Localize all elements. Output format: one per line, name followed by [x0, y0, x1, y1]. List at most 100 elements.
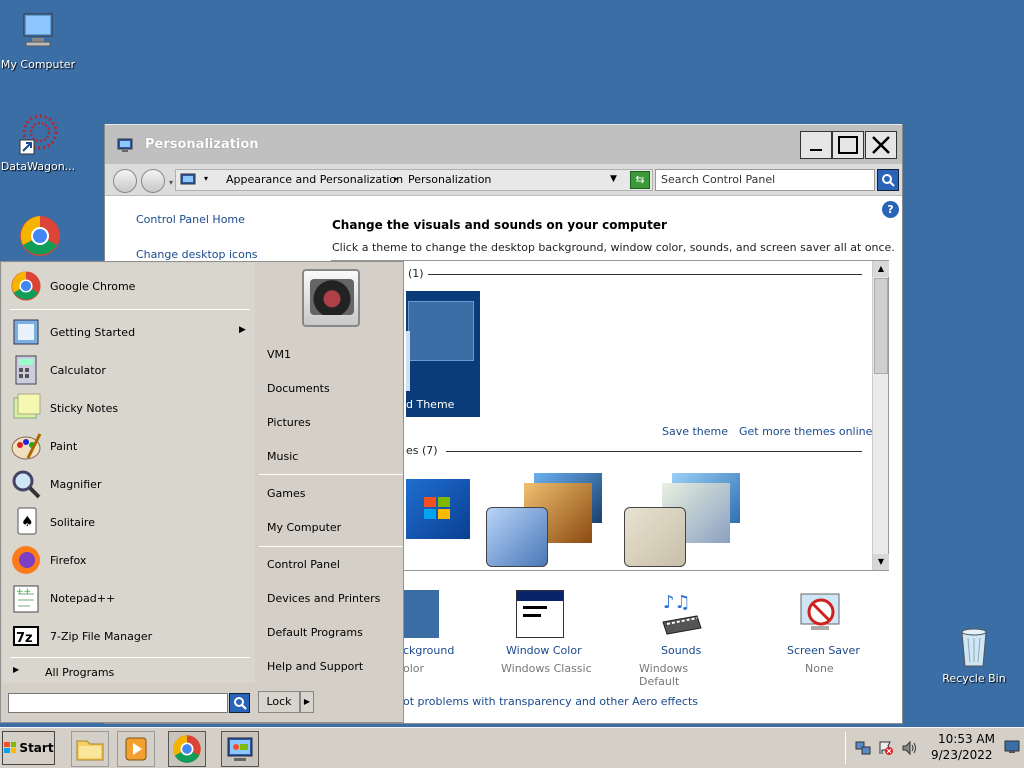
theme-preview	[408, 301, 474, 361]
desktop-icon-label: Recycle Bin	[942, 672, 1006, 685]
control-panel-icon	[227, 737, 253, 761]
start-item-sticky-notes[interactable]: Sticky Notes	[10, 391, 250, 425]
screen-saver-icon	[797, 590, 845, 638]
all-programs-button[interactable]: ▶ All Programs	[10, 665, 250, 681]
scroll-up-icon[interactable]: ▲	[873, 261, 889, 277]
address-dropdown-icon[interactable]: ▼	[610, 174, 617, 184]
desktop-icon-my-computer[interactable]: My Computer	[0, 10, 78, 71]
sidebar-link-change-desktop-icons[interactable]: Change desktop icons	[136, 248, 258, 261]
svg-text:♪♫: ♪♫	[663, 592, 691, 613]
help-button[interactable]: ?	[882, 201, 899, 218]
desktop-icon-recycle-bin[interactable]: Recycle Bin	[934, 624, 1014, 685]
close-button[interactable]	[865, 131, 897, 159]
window-color-setting[interactable]: Window Color Windows Classic	[500, 590, 600, 680]
breadcrumb-appearance[interactable]: Appearance and Personalization	[226, 173, 403, 186]
characters-theme[interactable]	[622, 473, 746, 569]
start-right-games[interactable]: Games	[267, 487, 305, 500]
forward-button[interactable]	[141, 169, 165, 193]
folder-icon	[76, 740, 104, 761]
start-item-solitaire[interactable]: ♠ Solitaire	[10, 505, 250, 539]
start-item-calculator[interactable]: Calculator	[10, 353, 250, 387]
start-item-magnifier[interactable]: Magnifier	[10, 467, 250, 501]
back-button[interactable]	[113, 169, 137, 193]
start-right-default-programs[interactable]: Default Programs	[267, 626, 363, 639]
search-icon	[233, 697, 247, 710]
maximize-button[interactable]	[832, 131, 864, 159]
network-icon[interactable]	[855, 740, 871, 756]
lock-button[interactable]: Lock	[258, 691, 300, 713]
volume-icon[interactable]	[901, 740, 919, 756]
taskbar-control-panel-button[interactable]	[221, 731, 259, 767]
start-right-help-support[interactable]: Help and Support	[267, 660, 363, 673]
start-right-my-computer[interactable]: My Computer	[267, 521, 341, 534]
start-item-paint[interactable]: Paint	[10, 429, 250, 463]
control-panel-icon	[117, 137, 133, 153]
minimize-button[interactable]	[800, 131, 832, 159]
solitaire-icon: ♠	[10, 506, 42, 538]
action-center-icon[interactable]	[878, 740, 894, 756]
window-color-title: Window Color	[506, 644, 582, 657]
unsaved-theme-label: d Theme	[406, 398, 455, 411]
start-item-label: 7-Zip File Manager	[50, 629, 153, 643]
start-right-vm1[interactable]: VM1	[267, 348, 291, 361]
start-item-label: Solitaire	[50, 515, 95, 529]
start-item-notepad-plus-plus[interactable]: ++ Notepad++	[10, 581, 250, 615]
windows-logo-icon	[424, 497, 450, 519]
start-button[interactable]: Start	[2, 731, 55, 765]
start-right-music[interactable]: Music	[267, 450, 298, 463]
taskbar-explorer-button[interactable]	[71, 731, 109, 767]
start-item-google-chrome[interactable]: Google Chrome	[10, 269, 250, 303]
breadcrumb-personalization[interactable]: Personalization	[408, 173, 491, 186]
user-picture[interactable]	[302, 269, 360, 327]
desktop-background-sub: olor	[403, 662, 425, 675]
start-item-firefox[interactable]: Firefox	[10, 543, 250, 577]
taskbar: Start 10:53 AM 9/23/2022	[0, 727, 1024, 768]
refresh-button[interactable]: ⇆	[630, 171, 650, 189]
start-right-pictures[interactable]: Pictures	[267, 416, 311, 429]
start-item-label: Notepad++	[50, 591, 116, 605]
windows7-theme[interactable]	[406, 479, 470, 539]
start-item-getting-started[interactable]: Getting Started ▶	[10, 315, 250, 349]
start-item-7zip[interactable]: 7z 7-Zip File Manager	[10, 619, 250, 653]
show-desktop-icon[interactable]	[1004, 740, 1020, 754]
desktop-icon-chrome[interactable]	[0, 214, 78, 262]
start-right-documents[interactable]: Documents	[267, 382, 330, 395]
get-more-themes-link[interactable]: Get more themes online	[739, 425, 872, 438]
start-search-button[interactable]	[229, 693, 250, 713]
start-search-input[interactable]	[8, 693, 228, 713]
lock-options-button[interactable]: ▶	[300, 691, 314, 713]
sticky-notes-icon	[10, 392, 42, 424]
screen-saver-setting[interactable]: Screen Saver None	[785, 590, 875, 680]
search-button[interactable]	[877, 169, 899, 191]
firefox-icon	[10, 544, 42, 576]
sidebar-link-control-panel-home[interactable]: Control Panel Home	[136, 213, 245, 226]
title-bar[interactable]: Personalization	[105, 124, 902, 164]
scroll-thumb[interactable]	[874, 278, 888, 374]
section-divider	[428, 274, 862, 275]
unsaved-theme-thumbnail[interactable]: d Theme	[406, 291, 480, 417]
desktop-background-setting[interactable]: ckground olor	[403, 590, 483, 680]
clock-date[interactable]: 9/23/2022	[931, 748, 993, 762]
search-input[interactable]: Search Control Panel	[655, 169, 875, 191]
desktop-icon-label: My Computer	[0, 58, 76, 71]
taskbar-media-player-button[interactable]	[117, 731, 155, 767]
clock-time[interactable]: 10:53 AM	[938, 732, 995, 746]
start-item-label: Firefox	[50, 553, 87, 567]
desktop-icon-datawagon[interactable]: DataWagon...	[0, 112, 78, 173]
architecture-theme[interactable]	[484, 473, 608, 569]
save-theme-link[interactable]: Save theme	[662, 425, 728, 438]
media-player-icon	[125, 737, 147, 761]
chevron-down-icon[interactable]: ▾	[169, 178, 173, 187]
taskbar-chrome-button[interactable]	[168, 731, 206, 767]
address-bar[interactable]: ▾ Appearance and Personalization ▸ Perso…	[175, 169, 653, 191]
start-right-devices-printers[interactable]: Devices and Printers	[267, 592, 380, 605]
screen-saver-title: Screen Saver	[787, 644, 860, 657]
sounds-setting[interactable]: ♪♫ Sounds Windows Default	[639, 590, 729, 688]
start-right-control-panel[interactable]: Control Panel	[267, 558, 340, 571]
notepad-plus-plus-icon: ++	[10, 582, 42, 614]
theme-list-scrollbar[interactable]: ▲ ▼	[872, 261, 889, 570]
troubleshoot-aero-link[interactable]: ot problems with transparency and other …	[403, 695, 698, 708]
theme-list[interactable]: (1) d Theme Save theme Get more themes o…	[331, 260, 889, 571]
divider	[10, 309, 250, 310]
scroll-down-icon[interactable]: ▼	[873, 554, 889, 570]
